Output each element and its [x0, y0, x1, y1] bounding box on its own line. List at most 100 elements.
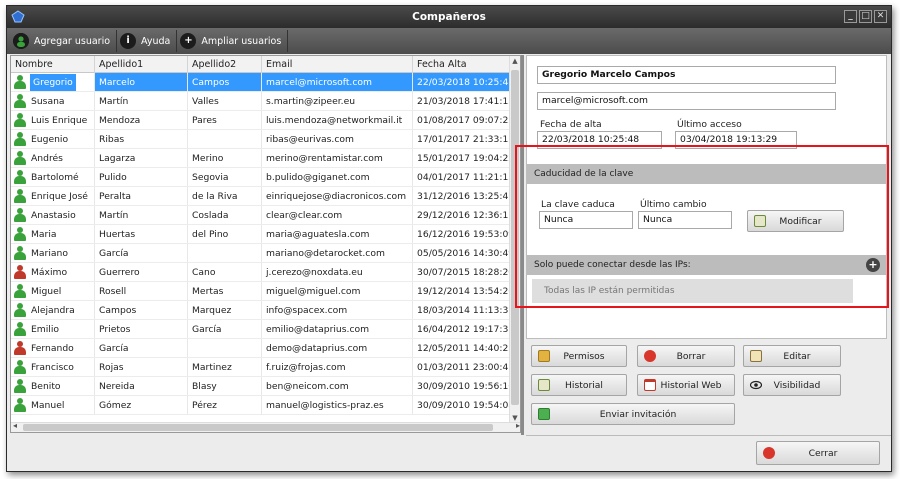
footer-divider — [526, 435, 891, 436]
cell-nombre: Miguel — [11, 282, 95, 300]
info-icon: i — [120, 33, 137, 49]
table-row[interactable]: Andrés Lagarza Merino merino@rentamistar.co… — [11, 149, 511, 168]
users-table: Nombre Apellido1 Apellido2 Email Fecha A… — [10, 55, 521, 433]
scroll-up-icon[interactable]: ▲ — [510, 57, 520, 65]
help-label: Ayuda — [141, 35, 171, 47]
cell-email: merino@rentamistar.com — [262, 149, 413, 167]
signup-date-field[interactable]: 22/03/2018 10:25:48 — [537, 131, 662, 149]
cell-email: emilio@dataprius.com — [262, 320, 413, 338]
row-nombre: Bartolomé — [31, 171, 79, 183]
envelope-icon — [538, 408, 550, 420]
table-row[interactable]: Anastasio Martín Coslada clear@clear.com 29/… — [11, 206, 511, 225]
cell-email: f.ruiz@frojas.com — [262, 358, 413, 376]
full-name-field[interactable]: Gregorio Marcelo Campos — [537, 66, 836, 84]
table-row[interactable]: Miguel Rosell Mertas miguel@miguel.com 19/12… — [11, 282, 511, 301]
cell-apellido1: Gómez — [95, 396, 188, 414]
column-header-apellido2[interactable]: Apellido2 — [188, 56, 262, 73]
table-row[interactable]: Manuel Gómez Pérez manuel@logistics-praz.es… — [11, 396, 511, 415]
row-nombre: Anastasio — [31, 209, 76, 221]
cell-apellido2: Segovia — [188, 168, 262, 186]
cell-apellido2: García — [188, 320, 262, 338]
table-row[interactable]: Gregorio Marcelo Campos marcel@microsoft.co… — [11, 73, 511, 92]
historial-button[interactable]: Historial — [531, 374, 627, 396]
scroll-left-icon[interactable]: ◂ — [13, 421, 17, 430]
expand-users-button[interactable]: + Ampliar usuarios — [177, 30, 289, 52]
table-row[interactable]: Emilio Prietos García emilio@dataprius.com 1… — [11, 320, 511, 339]
vertical-scrollbar[interactable]: ▲ ▼ — [509, 56, 520, 423]
column-header-email[interactable]: Email — [262, 56, 413, 73]
cell-fecha-alta: 01/08/2017 09:07:25 — [413, 111, 511, 129]
cell-fecha-alta: 16/04/2012 19:17:37 — [413, 320, 511, 338]
table-row[interactable]: Alejandra Campos Marquez info@spacex.com 18/… — [11, 301, 511, 320]
add-ip-icon[interactable]: + — [866, 258, 880, 272]
column-header-apellido1[interactable]: Apellido1 — [95, 56, 188, 73]
cerrar-button[interactable]: Cerrar — [756, 441, 880, 465]
ip-list[interactable]: Todas las IP están permitidas — [532, 279, 853, 303]
cell-email: clear@clear.com — [262, 206, 413, 224]
cell-nombre: Emilio — [11, 320, 95, 338]
last-access-field[interactable]: 03/04/2018 19:13:29 — [675, 131, 797, 149]
cell-nombre: Alejandra — [11, 301, 95, 319]
title-bar: Compañeros _ □ ✕ — [7, 6, 891, 28]
borrar-label: Borrar — [676, 350, 706, 362]
add-user-button[interactable]: Agregar usuario — [10, 30, 118, 52]
table-row[interactable]: Maria Huertas del Pino maria@aguatesla.com 1… — [11, 225, 511, 244]
historial-web-button[interactable]: Historial Web — [637, 374, 735, 396]
send-invitation-button[interactable]: Enviar invitación — [531, 403, 735, 425]
column-header-nombre[interactable]: Nombre — [11, 56, 95, 73]
help-button[interactable]: i Ayuda — [117, 30, 178, 52]
signup-date-label: Fecha de alta — [540, 119, 602, 130]
cell-apellido1: Pulido — [95, 168, 188, 186]
row-nombre: Enrique José — [31, 190, 88, 202]
cell-apellido1: Mendoza — [95, 111, 188, 129]
cell-apellido2: Cano — [188, 263, 262, 281]
cell-apellido2: Campos — [188, 73, 262, 91]
cell-apellido2: Valles — [188, 92, 262, 110]
email-field[interactable]: marcel@microsoft.com — [537, 92, 836, 110]
column-header-fecha-alta[interactable]: Fecha Alta — [413, 56, 511, 73]
borrar-button[interactable]: Borrar — [637, 345, 735, 367]
cell-apellido2: Pérez — [188, 396, 262, 414]
row-nombre: Máximo — [31, 266, 68, 278]
modify-password-button[interactable]: Modificar — [747, 210, 844, 232]
cell-apellido2 — [188, 130, 262, 148]
panel-splitter[interactable] — [521, 55, 524, 435]
user-icon — [13, 264, 27, 280]
scroll-right-icon[interactable]: ▸ — [516, 421, 520, 430]
visibilidad-button[interactable]: Visibilidad — [743, 374, 841, 396]
permisos-label: Permisos — [563, 350, 605, 362]
table-header: Nombre Apellido1 Apellido2 Email Fecha A… — [11, 56, 511, 73]
minimize-icon[interactable]: _ — [844, 10, 857, 23]
hscroll-thumb[interactable] — [23, 424, 493, 431]
horizontal-scrollbar[interactable]: ◂ ▸ — [11, 421, 520, 432]
app-icon — [11, 10, 25, 23]
table-row[interactable]: Eugenio Ribas ribas@eurivas.com 17/01/2017 … — [11, 130, 511, 149]
editar-button[interactable]: Editar — [743, 345, 841, 367]
table-row[interactable]: Máximo Guerrero Cano j.cerezo@noxdata.eu 30/… — [11, 263, 511, 282]
table-row[interactable]: Susana Martín Valles s.martin@zipeer.eu 21/0… — [11, 92, 511, 111]
cell-nombre: Manuel — [11, 396, 95, 414]
cell-apellido2: Martinez — [188, 358, 262, 376]
table-row[interactable]: Benito Nereida Blasy ben@neicom.com 30/09/20… — [11, 377, 511, 396]
cell-nombre: Eugenio — [11, 130, 95, 148]
table-row[interactable]: Mariano García mariano@detarocket.com 05/05… — [11, 244, 511, 263]
cell-apellido1: Campos — [95, 301, 188, 319]
scroll-thumb[interactable] — [511, 70, 519, 405]
cell-apellido2: Blasy — [188, 377, 262, 395]
user-icon — [13, 207, 27, 223]
permisos-button[interactable]: Permisos — [531, 345, 627, 367]
table-row[interactable]: Fernando García demo@dataprius.com 12/05/20… — [11, 339, 511, 358]
maximize-icon[interactable]: □ — [859, 10, 872, 23]
cell-apellido2 — [188, 339, 262, 357]
close-icon[interactable]: ✕ — [874, 10, 887, 23]
cell-email: b.pulido@giganet.com — [262, 168, 413, 186]
table-row[interactable]: Enrique José Peralta de la Riva einriquejos… — [11, 187, 511, 206]
cell-email: maria@aguatesla.com — [262, 225, 413, 243]
cell-fecha-alta: 19/12/2014 13:54:26 — [413, 282, 511, 300]
table-row[interactable]: Francisco Rojas Martinez f.ruiz@frojas.com 0… — [11, 358, 511, 377]
password-expires-field[interactable]: Nunca — [539, 211, 633, 229]
table-row[interactable]: Bartolomé Pulido Segovia b.pulido@giganet.c… — [11, 168, 511, 187]
table-row[interactable]: Luis Enrique Mendoza Pares luis.mendoza@net… — [11, 111, 511, 130]
cell-apellido2: Marquez — [188, 301, 262, 319]
last-change-field[interactable]: Nunca — [638, 211, 732, 229]
